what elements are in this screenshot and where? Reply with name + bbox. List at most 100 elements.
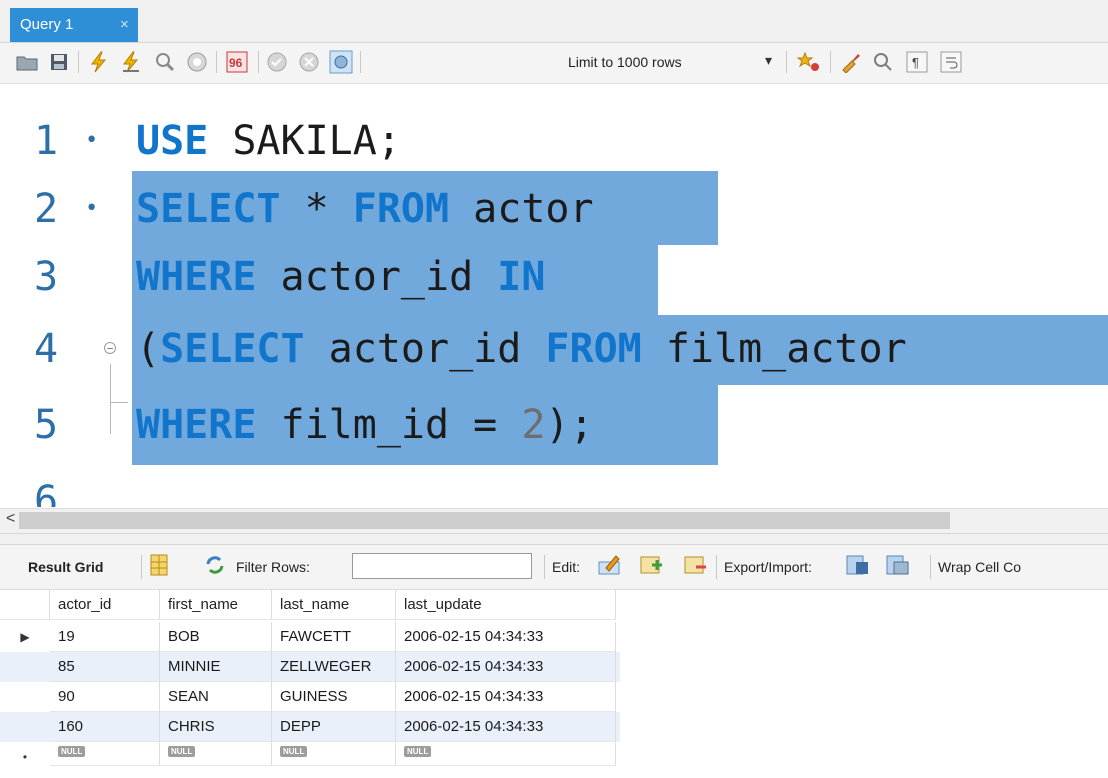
cell-last-update[interactable]: 2006-02-15 04:34:33 — [396, 712, 616, 742]
table-row[interactable]: ▶ 19 BOB FAWCETT 2006-02-15 04:34:33 — [0, 622, 620, 652]
grid-header-row: actor_id first_name last_name last_updat… — [0, 590, 620, 620]
cell-actor-id[interactable]: 90 — [50, 682, 160, 712]
find-icon[interactable] — [870, 49, 896, 75]
cell-last-update[interactable]: 2006-02-15 04:34:33 — [396, 682, 616, 712]
cell-last-name[interactable]: NULL — [272, 742, 396, 766]
code-line: 1 • USE SAKILA; — [0, 109, 1108, 173]
cell-first-name[interactable]: CHRIS — [160, 712, 272, 742]
cell-actor-id[interactable]: NULL — [50, 742, 160, 766]
toolbar-separator — [141, 555, 142, 579]
invisibles-icon[interactable]: ¶ — [904, 49, 930, 75]
cell-first-name[interactable]: SEAN — [160, 682, 272, 712]
cell-last-name[interactable]: DEPP — [272, 712, 396, 742]
table-row[interactable]: 85 MINNIE ZELLWEGER 2006-02-15 04:34:33 — [0, 652, 620, 682]
svg-text:96: 96 — [229, 56, 243, 70]
table-row[interactable]: 90 SEAN GUINESS 2006-02-15 04:34:33 — [0, 682, 620, 712]
column-header[interactable]: last_name — [272, 590, 396, 620]
cell-last-update[interactable]: 2006-02-15 04:34:33 — [396, 652, 616, 682]
line-number: 1 — [34, 118, 59, 164]
edit-label: Edit: — [552, 559, 581, 575]
code-line: 6 — [0, 469, 1108, 507]
cell-last-name[interactable]: FAWCETT — [272, 622, 396, 652]
toolbar-separator — [78, 51, 79, 73]
commit-icon[interactable] — [264, 49, 290, 75]
result-toolbar: Result Grid Filter Rows: Edit: Export/Im… — [0, 545, 1108, 590]
null-badge: NULL — [58, 745, 86, 757]
code-text: WHERE film_id = 2); — [136, 402, 594, 448]
cell-last-name[interactable]: ZELLWEGER — [272, 652, 396, 682]
wrap-icon[interactable] — [938, 49, 964, 75]
execute-current-icon[interactable] — [118, 49, 144, 75]
line-number: 2 — [34, 186, 59, 232]
cell-first-name[interactable]: NULL — [160, 742, 272, 766]
toolbar-separator — [216, 51, 217, 73]
editor-horizontal-scrollbar[interactable]: < — [0, 508, 1108, 533]
delete-row-icon[interactable] — [684, 554, 708, 581]
column-header[interactable]: actor_id — [50, 590, 160, 620]
export-icon[interactable] — [846, 554, 870, 581]
statement-marker: • — [85, 196, 99, 221]
import-icon[interactable] — [886, 554, 910, 581]
save-icon[interactable] — [46, 49, 72, 75]
code-text: SELECT * FROM actor — [136, 186, 594, 232]
toolbar-separator — [830, 51, 831, 73]
cell-last-update[interactable]: 2006-02-15 04:34:33 — [396, 622, 616, 652]
code-line: 4 (SELECT actor_id FROM film_actor — [0, 317, 1108, 381]
insert-row-icon[interactable] — [640, 554, 664, 581]
null-badge: NULL — [280, 745, 308, 757]
limit-rows-select[interactable]: Limit to 1000 rows — [568, 54, 682, 70]
tab-close-icon[interactable]: × — [120, 8, 129, 42]
editor-toolbar: 96 Limit to 1000 rows ▾ ¶ — [0, 43, 1108, 84]
cell-last-name[interactable]: GUINESS — [272, 682, 396, 712]
cell-actor-id[interactable]: 160 — [50, 712, 160, 742]
result-grid: actor_id first_name last_name last_updat… — [0, 590, 1108, 778]
line-number: 3 — [34, 254, 59, 300]
cell-actor-id[interactable]: 85 — [50, 652, 160, 682]
column-header[interactable]: last_update — [396, 590, 616, 620]
tab-query-1[interactable]: Query 1 × — [10, 8, 138, 42]
toolbar-separator — [258, 51, 259, 73]
query-tab-strip: Query 1 × — [0, 0, 1108, 43]
edit-row-icon[interactable] — [598, 554, 622, 581]
line-number: 5 — [34, 402, 59, 448]
cell-first-name[interactable]: MINNIE — [160, 652, 272, 682]
bookmark-icon[interactable] — [796, 49, 822, 75]
wrap-cell-content-label[interactable]: Wrap Cell Co — [938, 559, 1021, 575]
cell-first-name[interactable]: BOB — [160, 622, 272, 652]
new-row[interactable]: • NULL NULL NULL NULL — [0, 742, 620, 766]
rollback-icon[interactable] — [296, 49, 322, 75]
sql-editor[interactable]: − 1 • USE SAKILA; 2 • SELECT * FROM acto… — [0, 84, 1108, 507]
filter-rows-label: Filter Rows: — [236, 559, 310, 575]
null-badge: NULL — [404, 745, 432, 757]
toolbar-separator — [716, 555, 717, 579]
chevron-down-icon[interactable]: ▾ — [765, 52, 772, 69]
scroll-left-icon[interactable]: < — [6, 510, 15, 528]
new-row-marker: • — [22, 750, 28, 764]
toolbar-separator — [786, 51, 787, 73]
panel-splitter[interactable] — [0, 533, 1108, 545]
row-marker — [0, 652, 50, 682]
scrollbar-thumb[interactable] — [19, 512, 950, 529]
null-badge: NULL — [168, 745, 196, 757]
result-grid-tab[interactable]: Result Grid — [28, 559, 103, 575]
cell-last-update[interactable]: NULL — [396, 742, 616, 766]
code-text: (SELECT actor_id FROM film_actor — [136, 326, 907, 372]
filter-rows-input[interactable] — [352, 553, 532, 579]
row-header-corner — [0, 590, 50, 620]
folder-open-icon[interactable] — [14, 49, 40, 75]
toolbar-separator — [930, 555, 931, 579]
column-header[interactable]: first_name — [160, 590, 272, 620]
stop-icon[interactable] — [184, 49, 210, 75]
refresh-icon[interactable] — [204, 554, 226, 581]
autocommit-icon[interactable] — [328, 49, 354, 75]
execute-icon[interactable] — [86, 49, 112, 75]
grid-view-icon[interactable] — [150, 554, 170, 581]
beautify-icon[interactable] — [838, 49, 864, 75]
code-text: USE SAKILA; — [136, 118, 401, 164]
export-import-label: Export/Import: — [724, 559, 812, 575]
cell-actor-id[interactable]: 19 — [50, 622, 160, 652]
table-row[interactable]: 160 CHRIS DEPP 2006-02-15 04:34:33 — [0, 712, 620, 742]
code-line: 2 • SELECT * FROM actor — [0, 177, 1108, 241]
explain-icon[interactable] — [152, 49, 178, 75]
toggle-output-icon[interactable]: 96 — [224, 49, 250, 75]
